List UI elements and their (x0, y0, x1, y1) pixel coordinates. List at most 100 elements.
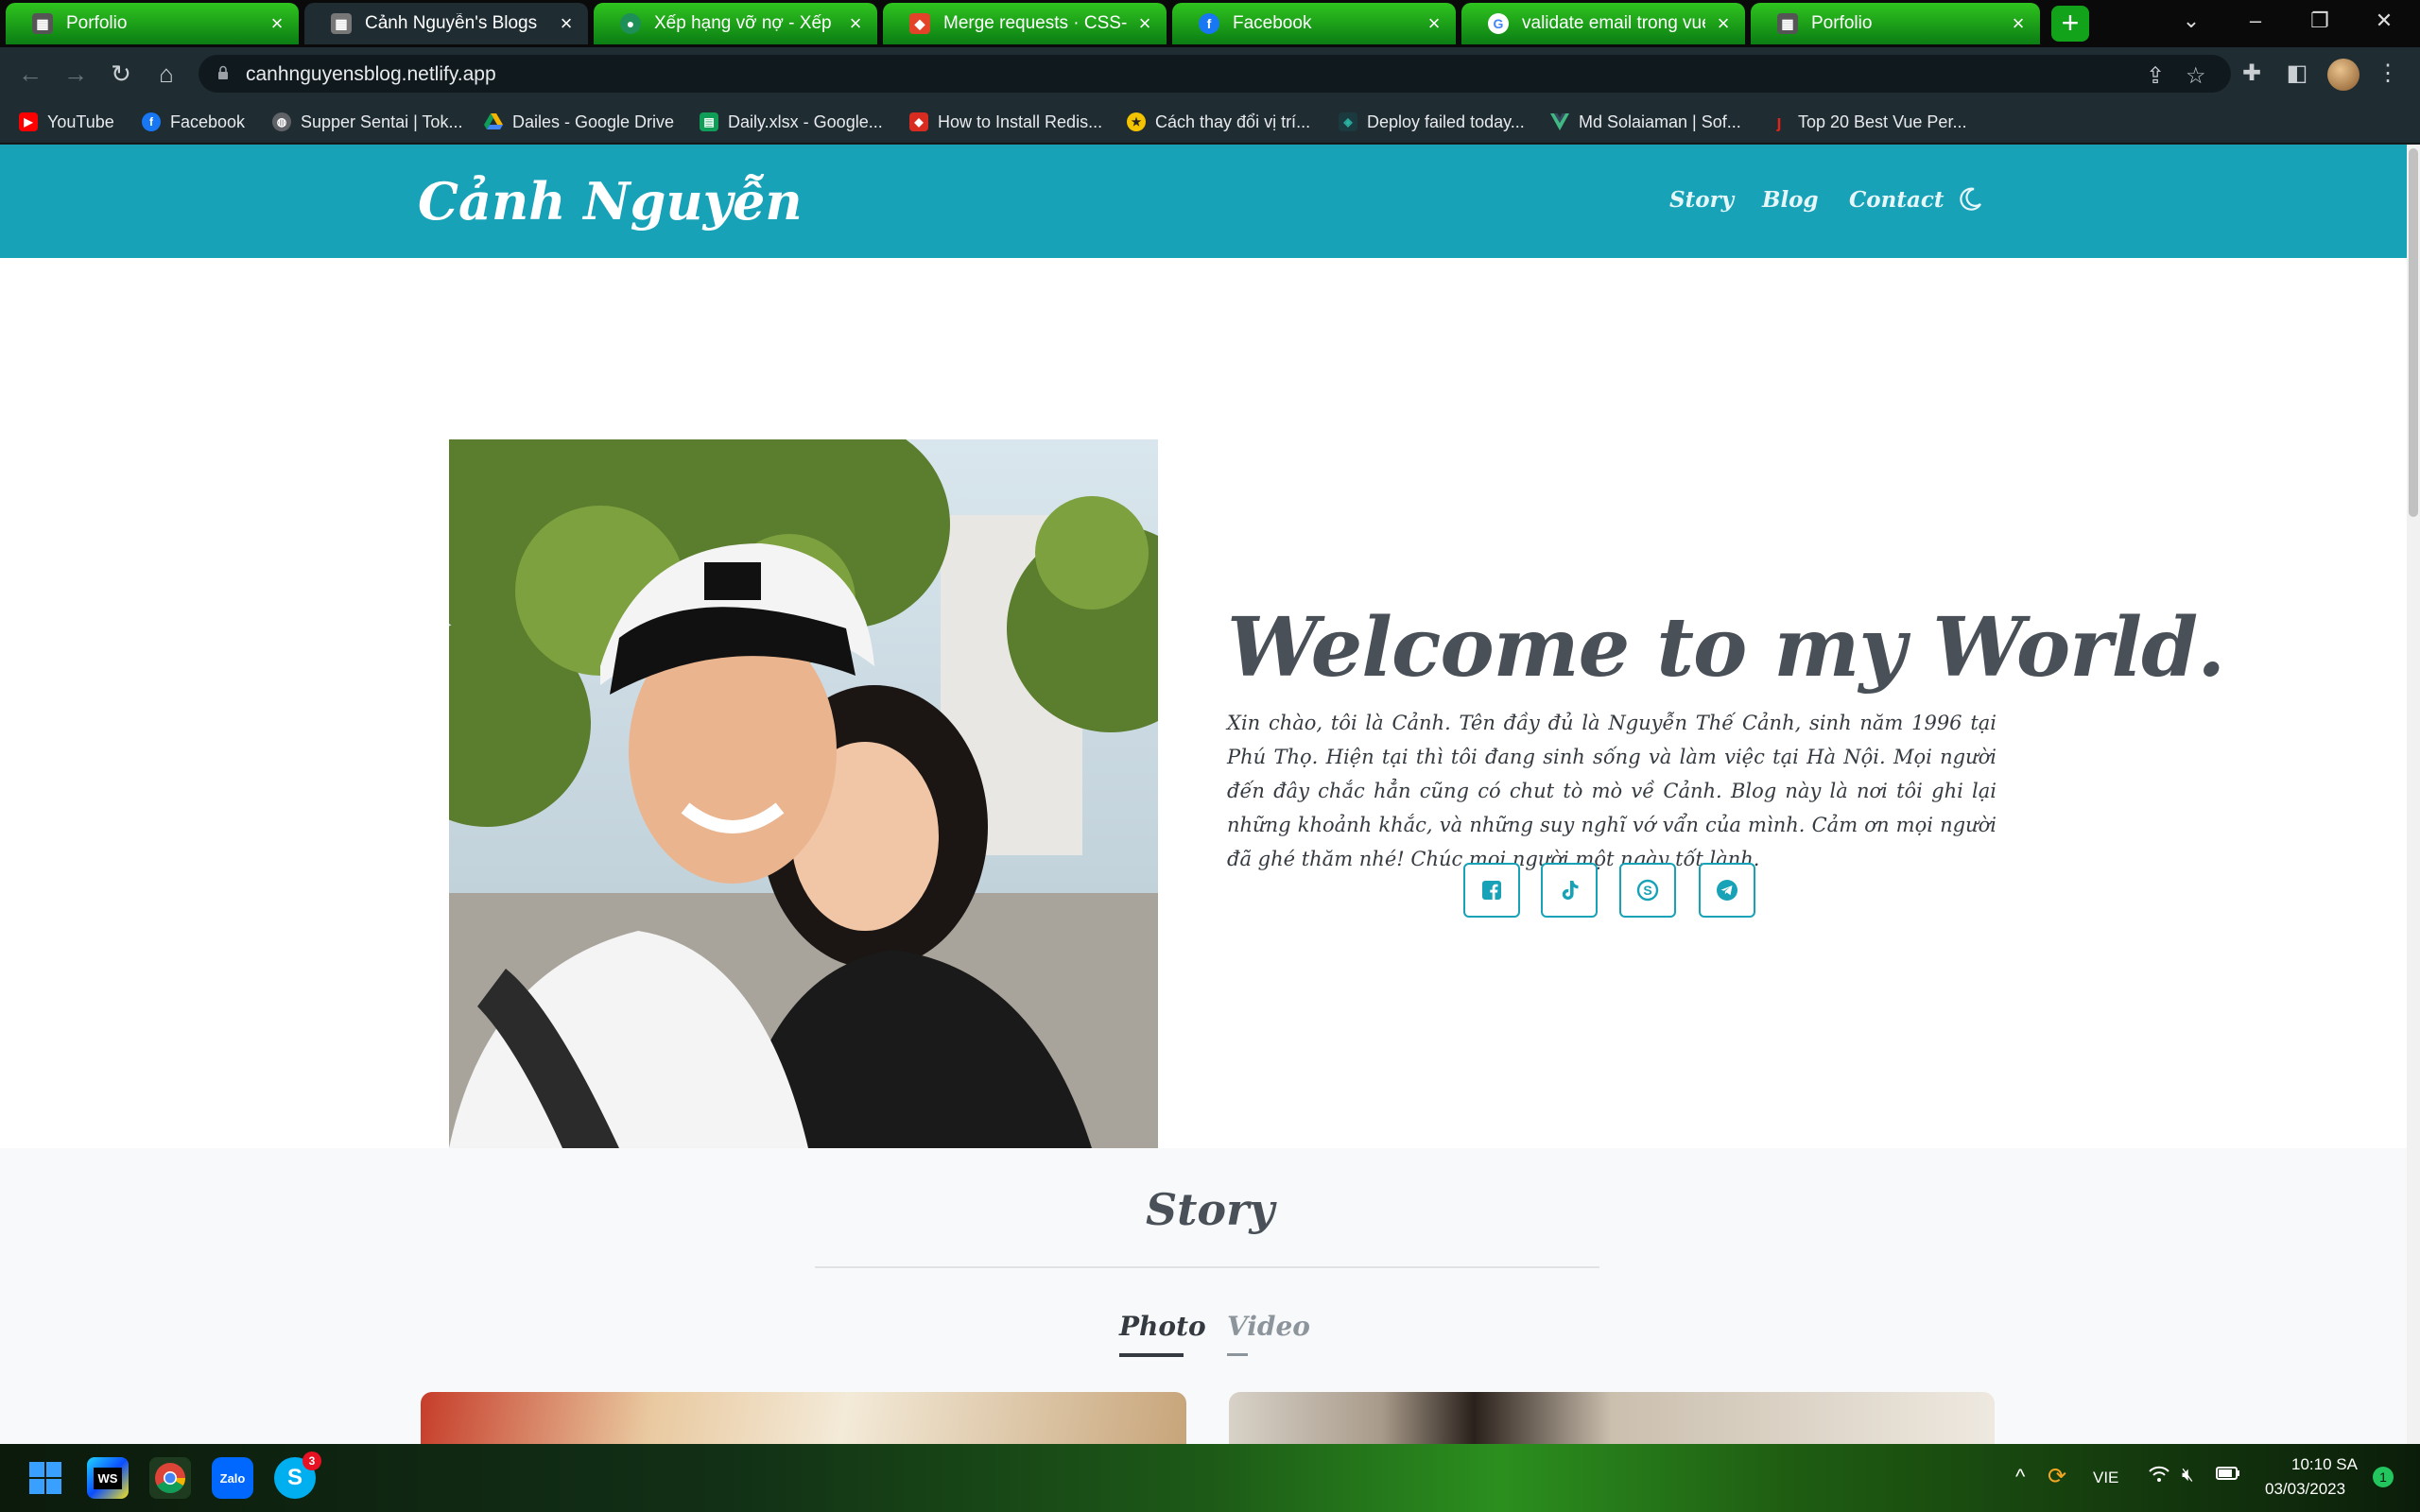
close-icon[interactable]: × (556, 11, 577, 36)
start-icon[interactable] (25, 1457, 66, 1499)
page-scrollbar[interactable] (2407, 145, 2420, 1444)
skype-icon[interactable]: S 3 (274, 1452, 321, 1499)
windows-taskbar: WS Zalo S 3 ^ ⟳ VIE 🔇︎ 10:10 SA 03/03/20… (0, 1444, 2420, 1512)
url-text: canhnguyensblog.netlify.app (246, 63, 496, 85)
address-bar[interactable]: canhnguyensblog.netlify.app ⇪ ☆ (199, 55, 2231, 93)
site-brand[interactable]: Cảnh Nguyễn (418, 171, 803, 232)
bookmark-deploy-failed[interactable]: ◈ Deploy failed today... (1339, 110, 1525, 134)
tab-title: Facebook (1233, 13, 1312, 33)
bookmark-label: YouTube (47, 112, 114, 131)
wifi-icon[interactable] (2148, 1465, 2170, 1489)
nav-link-blog[interactable]: Blog (1762, 187, 1819, 213)
facebook-favicon: f (1199, 13, 1219, 34)
bookmark-label: Facebook (170, 112, 246, 131)
tab-video[interactable]: Video (1227, 1311, 1310, 1342)
bookmark-top-20-vue[interactable]: ȷ Top 20 Best Vue Per... (1770, 110, 1966, 134)
telegram-button[interactable] (1699, 863, 1755, 918)
nav-link-story[interactable]: Story (1669, 187, 1734, 213)
extensions-icon[interactable]: ✚ (2237, 59, 2267, 89)
tab-title: Xếp hạng vỡ nợ - Xếp hạn (654, 13, 838, 33)
globe-icon: ◍ (272, 112, 291, 131)
gitlab-favicon: ◆ (909, 13, 930, 34)
bookmarks-bar: ▶ YouTube f Facebook ◍ Supper Sentai | T… (0, 100, 2420, 144)
bookmark-label: Dailes - Google Drive (512, 112, 675, 131)
minimize-icon[interactable]: – (2223, 0, 2288, 43)
skype-button[interactable]: S (1619, 863, 1676, 918)
portfolio-favicon: ▦ (1777, 13, 1798, 34)
bookmark-cach-thay-doi[interactable]: ★ Cách thay đổi vị trí... (1127, 110, 1310, 134)
moon-icon[interactable] (1957, 186, 1985, 215)
tab-title: Porfolio (1811, 13, 1873, 33)
bookmark-label: How to Install Redis... (938, 112, 1103, 131)
bookmark-icon: ȷ (1776, 112, 1782, 131)
bookmark-label: Deploy failed today... (1367, 112, 1525, 131)
tiktok-button[interactable] (1541, 863, 1598, 918)
tab-facebook[interactable]: f Facebook × (1172, 3, 1456, 44)
star-icon[interactable]: ☆ (2186, 62, 2206, 90)
blog-favicon: ▦ (331, 13, 352, 34)
tab-google-search[interactable]: G validate email trong vue js × (1461, 3, 1745, 44)
close-icon[interactable]: × (1134, 11, 1155, 36)
window-close-icon[interactable]: ✕ (2352, 0, 2416, 43)
bookmark-label: Cách thay đổi vị trí... (1155, 112, 1311, 131)
reload-icon[interactable]: ↻ (104, 57, 138, 91)
clock-date[interactable]: 03/03/2023 (2265, 1480, 2345, 1499)
home-icon[interactable]: ⌂ (149, 57, 183, 91)
side-panel-icon[interactable]: ◧ (2282, 59, 2312, 89)
share-icon[interactable]: ⇪ (2146, 62, 2165, 90)
skype-icon: S (1636, 879, 1659, 902)
bookmark-facebook[interactable]: f Facebook (142, 110, 245, 134)
close-icon[interactable]: × (1713, 11, 1734, 36)
bookmark-youtube[interactable]: ▶ YouTube (19, 110, 114, 134)
bookmark-label: Top 20 Best Vue Per... (1798, 112, 1967, 131)
zalo-icon[interactable]: Zalo (212, 1457, 253, 1499)
tab-search-chevron-icon[interactable]: ⌄ (2159, 0, 2223, 43)
profile-avatar[interactable] (2327, 59, 2360, 91)
battery-icon[interactable] (2216, 1465, 2240, 1487)
chrome-icon[interactable] (149, 1457, 191, 1499)
bookmark-redis[interactable]: ◆ How to Install Redis... (909, 110, 1102, 134)
webstorm-icon[interactable]: WS (87, 1457, 129, 1499)
speaker-muted-icon[interactable]: 🔇︎ (2182, 1465, 2194, 1486)
bookmark-md-solaiaman[interactable]: Md Solaiaman | Sof... (1550, 110, 1741, 134)
chevron-up-icon[interactable]: ^ (2015, 1465, 2025, 1489)
tab-blog[interactable]: ▦ Cảnh Nguyễn's Blogs × (304, 3, 588, 44)
bookmark-daily-xlsx[interactable]: ▤ Daily.xlsx - Google... (700, 110, 883, 134)
netlify-icon: ◈ (1339, 112, 1357, 131)
story-photo-card[interactable] (1229, 1392, 1995, 1444)
story-photo-card[interactable] (421, 1392, 1186, 1444)
close-icon[interactable]: × (1424, 11, 1444, 36)
page-icon: ★ (1127, 112, 1146, 131)
bookmark-label: Md Solaiaman | Sof... (1579, 112, 1741, 131)
clock-time[interactable]: 10:10 SA (2291, 1455, 2358, 1474)
bookmark-supper-sentai[interactable]: ◍ Supper Sentai | Tok... (272, 110, 462, 134)
facebook-button[interactable] (1463, 863, 1520, 918)
tab-xep-hang[interactable]: ● Xếp hạng vỡ nợ - Xếp hạn × (594, 3, 877, 44)
bookmark-google-drive[interactable]: Dailes - Google Drive (484, 110, 674, 134)
close-icon[interactable]: × (267, 11, 287, 36)
language-indicator[interactable]: VIE (2093, 1469, 2118, 1487)
hero-photo (449, 439, 1158, 1148)
sync-icon[interactable]: ⟳ (2048, 1463, 2066, 1490)
hero-intro: Xin chào, tôi là Cảnh. Tên đầy đủ là Ngu… (1227, 712, 1996, 870)
google-favicon: G (1488, 13, 1509, 34)
new-tab-button[interactable]: + (2051, 6, 2089, 42)
google-drive-icon (484, 112, 503, 131)
close-icon[interactable]: × (2008, 11, 2029, 36)
tab-portfolio[interactable]: ▦ Porfolio × (6, 3, 299, 44)
tab-portfolio-2[interactable]: ▦ Porfolio × (1751, 3, 2040, 44)
notification-count[interactable]: 1 (2373, 1467, 2394, 1487)
back-arrow-icon[interactable]: ← (13, 57, 47, 91)
close-icon[interactable]: × (845, 11, 866, 36)
tab-photo[interactable]: Photo (1119, 1311, 1206, 1342)
menu-kebab-icon[interactable]: ⋮ (2373, 59, 2403, 89)
browser-toolbar: ← → ↻ ⌂ canhnguyensblog.netlify.app ⇪ ☆ … (0, 47, 2420, 100)
scrollbar-thumb[interactable] (2409, 148, 2418, 517)
nav-link-contact[interactable]: Contact (1849, 187, 1945, 213)
forward-arrow-icon[interactable]: → (59, 57, 93, 91)
facebook-icon (1482, 881, 1501, 900)
tab-title: Cảnh Nguyễn's Blogs (365, 13, 538, 33)
restore-icon[interactable]: ❐ (2288, 0, 2352, 43)
tab-merge-requests[interactable]: ◆ Merge requests · CSS-TPB × (883, 3, 1167, 44)
story-title: Story (1145, 1184, 1275, 1235)
